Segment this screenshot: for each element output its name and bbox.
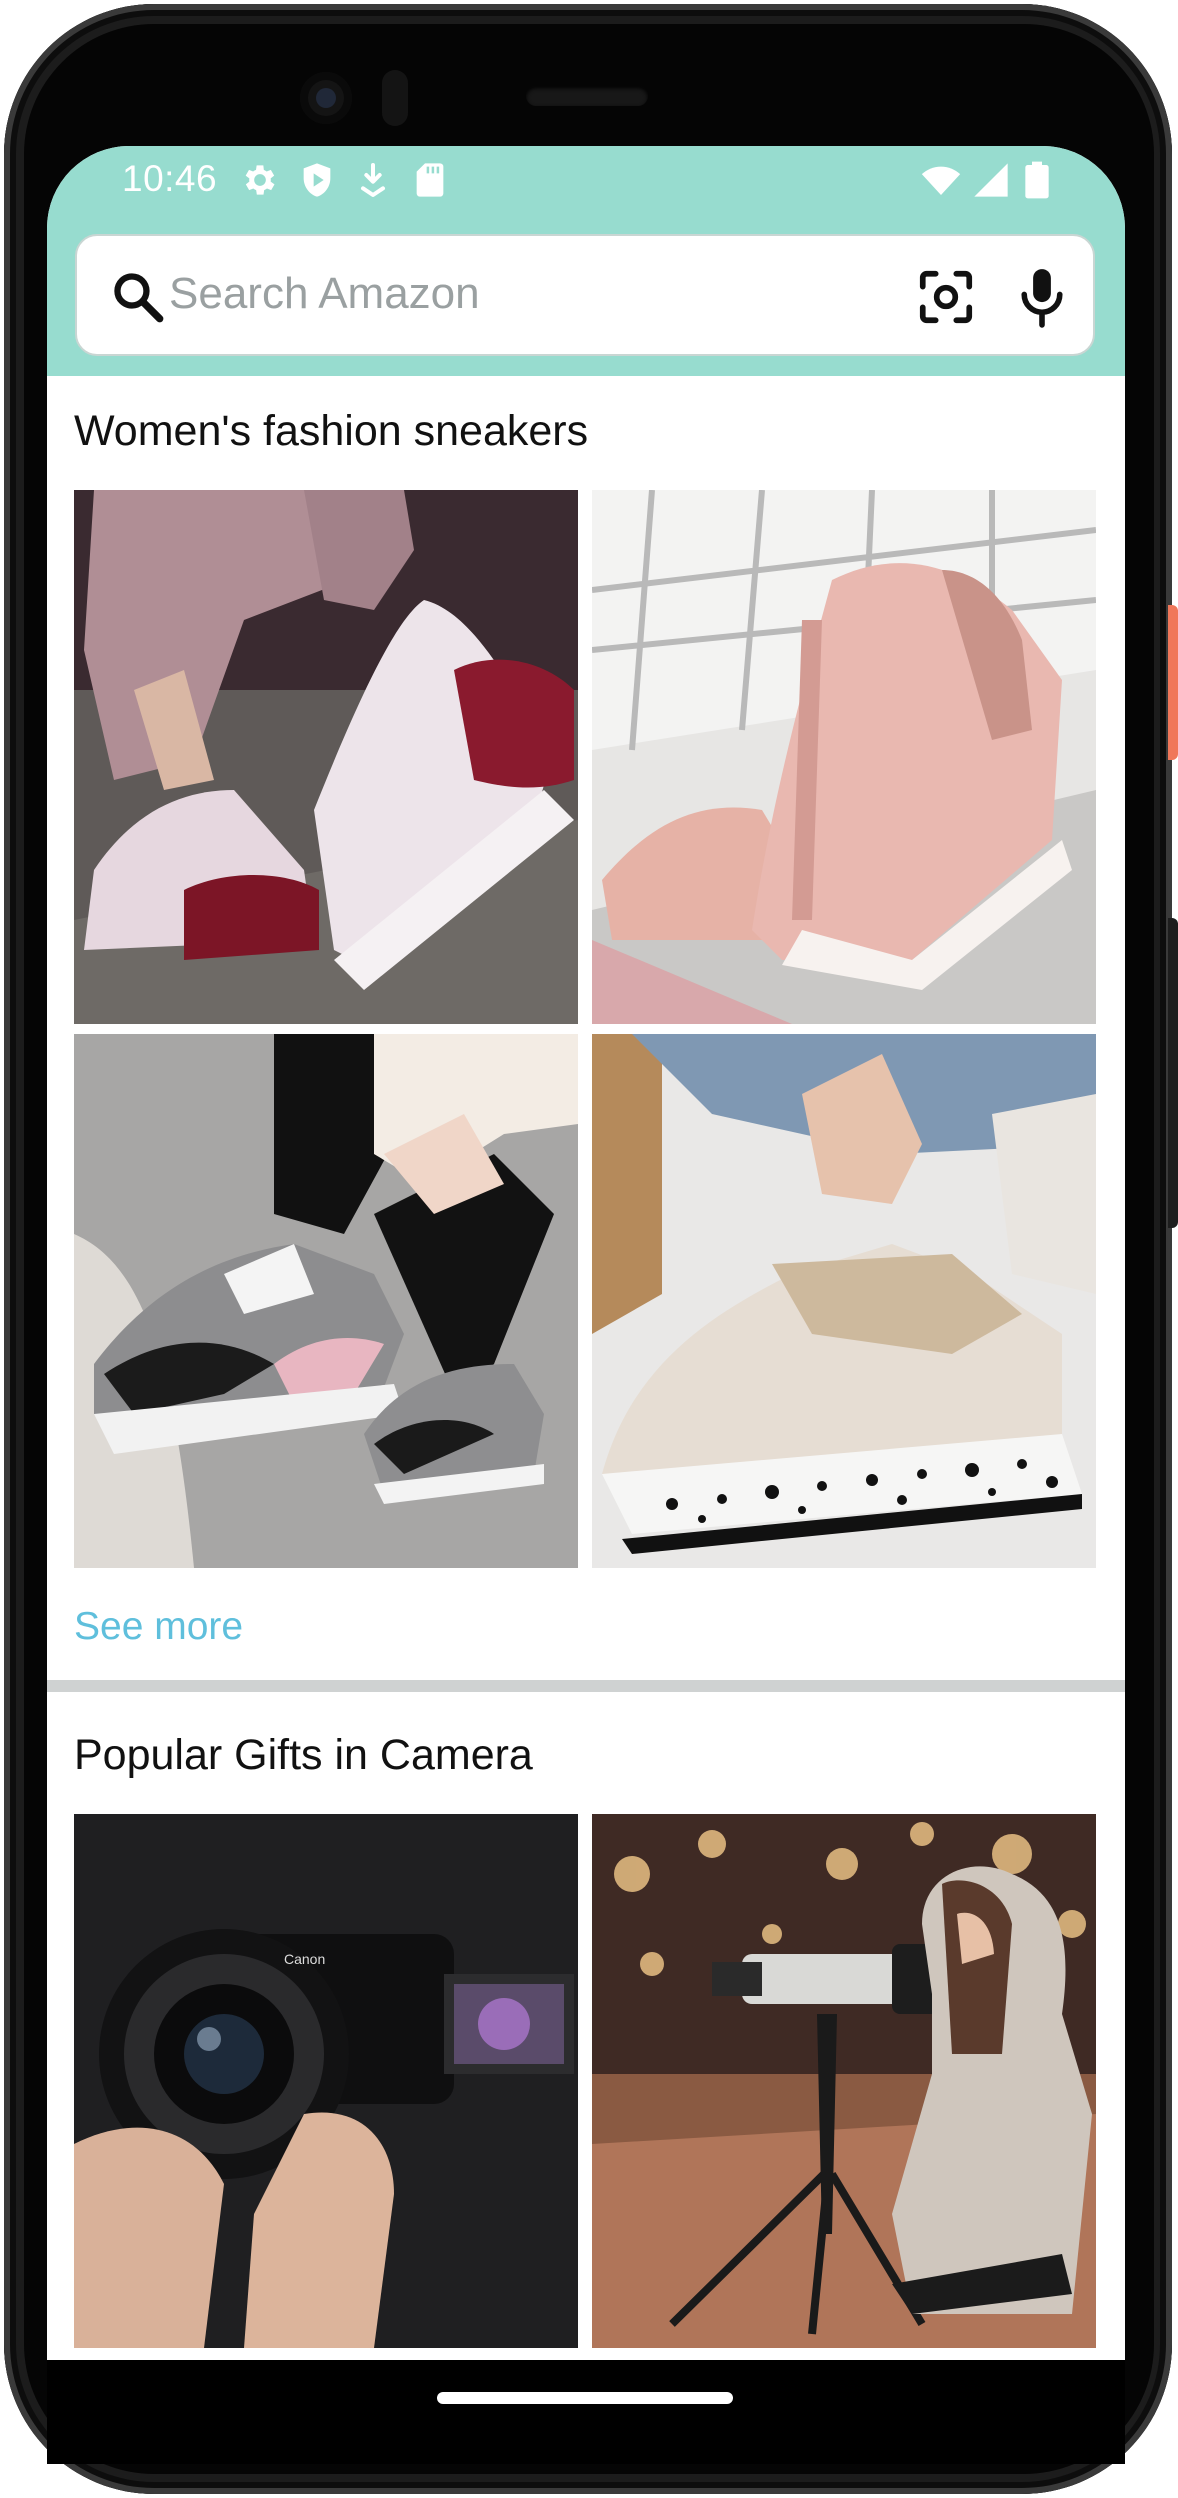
- download-icon: [353, 160, 393, 200]
- front-camera: [300, 72, 352, 124]
- battery-icon: [1021, 160, 1053, 200]
- wifi-icon: [919, 160, 963, 200]
- grey-pink-sneakers-tile[interactable]: [74, 1034, 578, 1568]
- sd-card-icon: [410, 160, 450, 200]
- home-gesture-handle[interactable]: [437, 2392, 733, 2404]
- blush-wedge-sneakers-tile[interactable]: [592, 490, 1096, 1024]
- search-input[interactable]: Search Amazon: [169, 272, 480, 316]
- earpiece-speaker: [526, 86, 648, 106]
- screen: 10:46 Search Amazon Women's fashion snea…: [47, 146, 1125, 2360]
- section-title-camera: Popular Gifts in Camera: [74, 1731, 533, 1779]
- see-more-link[interactable]: See more: [74, 1607, 243, 1646]
- power-button: [1168, 605, 1178, 760]
- cell-signal-icon: [971, 160, 1011, 200]
- leopard-platform-sneakers-tile[interactable]: [592, 1034, 1096, 1568]
- canon-camera-tile[interactable]: Canon: [74, 1814, 578, 2348]
- section-divider: [47, 1680, 1125, 1692]
- navigation-bar: [47, 2360, 1125, 2464]
- volume-button: [1168, 918, 1178, 1228]
- status-bar: 10:46: [47, 146, 1125, 238]
- search-icon[interactable]: [109, 268, 167, 326]
- tripod-camera-tile[interactable]: [592, 1814, 1096, 2348]
- mic-icon[interactable]: [1011, 264, 1073, 330]
- camera-lens-icon[interactable]: [915, 266, 977, 328]
- section-title-sneakers: Women's fashion sneakers: [74, 407, 589, 455]
- pink-red-sneakers-tile[interactable]: [74, 490, 578, 1024]
- proximity-sensor: [382, 70, 408, 126]
- app-header: 10:46 Search Amazon: [47, 146, 1125, 376]
- search-bar[interactable]: Search Amazon: [75, 234, 1095, 356]
- svg-text:Canon: Canon: [284, 1951, 325, 1967]
- status-time: 10:46: [122, 158, 218, 199]
- gear-icon: [240, 160, 280, 200]
- shield-play-icon: [297, 160, 337, 200]
